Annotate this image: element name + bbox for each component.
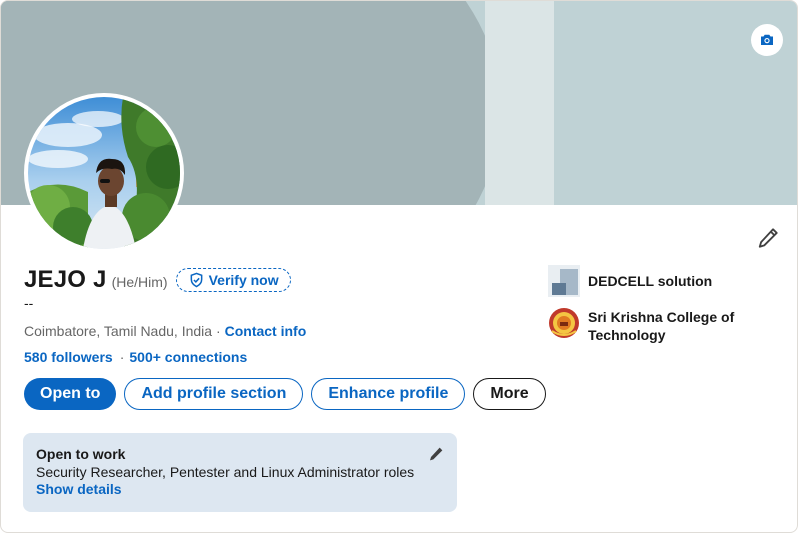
shield-check-icon (190, 272, 202, 288)
profile-card: JEJO J (He/Him) Verify now -- Coimbatore… (0, 0, 798, 533)
current-company-item[interactable]: DEDCELL solution (548, 265, 788, 297)
more-button[interactable]: More (473, 378, 546, 410)
profile-name: JEJO J (24, 266, 107, 293)
pencil-icon (430, 447, 443, 461)
stats-separator: · (119, 349, 125, 365)
verify-now-button[interactable]: Verify now (175, 268, 291, 292)
company-logo (548, 265, 580, 297)
add-profile-section-button[interactable]: Add profile section (124, 378, 304, 410)
school-name: Sri Krishna College of Technology (588, 309, 735, 343)
open-to-button[interactable]: Open to (24, 378, 117, 410)
location-row: Coimbatore, Tamil Nadu, India · Contact i… (24, 323, 306, 339)
name-row: JEJO J (He/Him) Verify now (24, 266, 291, 294)
followers-link[interactable]: 580 followers (24, 349, 113, 365)
banner-stripe (485, 1, 554, 205)
company-name: DEDCELL solution (588, 273, 713, 289)
network-stats: 580 followers · 500+ connections (24, 349, 247, 365)
show-details-link[interactable]: Show details (36, 481, 444, 498)
school-logo (548, 307, 580, 339)
profile-actions: Open to Add profile section Enhance prof… (24, 378, 554, 410)
contact-info-link[interactable]: Contact info (225, 323, 307, 339)
verify-now-label: Verify now (208, 272, 279, 288)
open-to-work-title: Open to work (36, 446, 126, 462)
edit-intro-button[interactable] (753, 223, 783, 253)
open-to-work-card[interactable]: Open to work Security Researcher, Pentes… (23, 433, 457, 512)
location-text: Coimbatore, Tamil Nadu, India · (24, 323, 221, 339)
profile-headline: -- (24, 295, 34, 311)
connections-link[interactable]: 500+ connections (129, 349, 247, 365)
enhance-profile-button[interactable]: Enhance profile (311, 378, 466, 410)
education-item[interactable]: Sri Krishna College of Technology (548, 307, 788, 344)
pronouns: (He/Him) (111, 273, 168, 290)
edit-open-to-work-button[interactable] (427, 445, 445, 463)
pencil-icon (758, 228, 778, 248)
camera-icon (761, 34, 773, 45)
edit-banner-button[interactable] (751, 24, 783, 56)
avatar[interactable] (24, 93, 184, 253)
open-to-work-roles: Security Researcher, Pentester and Linux… (36, 464, 415, 480)
experience-education-panel: DEDCELL solution Sri Krishna College of … (548, 265, 788, 354)
profile-photo (28, 97, 180, 249)
